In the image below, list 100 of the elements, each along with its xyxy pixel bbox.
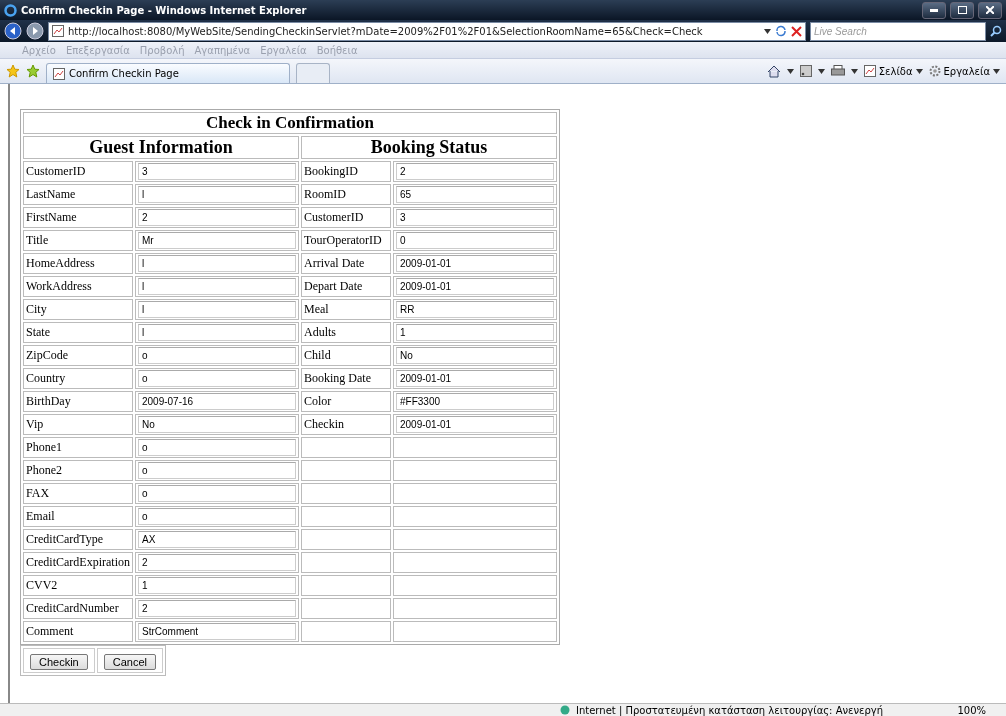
input-field[interactable]: 1	[396, 324, 554, 341]
field-label: BookingID	[301, 161, 391, 182]
input-field[interactable]: o	[138, 485, 296, 502]
input-field[interactable]: 2009-01-01	[396, 278, 554, 295]
input-field[interactable]: RR	[396, 301, 554, 318]
address-field[interactable]: http://localhost:8080/MyWebSite/SendingCheckinServlet?mDate=2009%2F01%2F01&SelectionRoomName=65&Check=Check	[48, 21, 806, 41]
field-label: Email	[23, 506, 133, 527]
field-label: Color	[301, 391, 391, 412]
input-field[interactable]: o	[138, 462, 296, 479]
field-label: LastName	[23, 184, 133, 205]
home-icon[interactable]	[766, 64, 781, 78]
input-field[interactable]: AX	[138, 531, 296, 548]
page-menu-button[interactable]: Σελίδα	[863, 65, 923, 77]
field-label: Depart Date	[301, 276, 391, 297]
page-icon	[53, 67, 65, 80]
refresh-icon[interactable]	[775, 25, 787, 37]
tools-menu-button[interactable]: Εργαλεία	[928, 65, 1000, 77]
back-icon[interactable]	[4, 22, 22, 40]
minimize-button[interactable]	[922, 1, 946, 19]
field-label: ZipCode	[23, 345, 133, 366]
caret-icon[interactable]	[786, 68, 794, 74]
field-label: Phone2	[23, 460, 133, 481]
field-label: FAX	[23, 483, 133, 504]
input-field[interactable]: Mr	[138, 232, 296, 249]
search-field[interactable]: Live Search	[810, 21, 986, 41]
input-field[interactable]: o	[138, 370, 296, 387]
field-label: CreditCardExpiration	[23, 552, 133, 573]
browser-logo-icon	[4, 3, 17, 17]
field-label: CustomerID	[301, 207, 391, 228]
forward-icon[interactable]	[26, 22, 44, 40]
input-field[interactable]: 3	[138, 163, 296, 180]
field-label: City	[23, 299, 133, 320]
input-field[interactable]: No	[396, 347, 554, 364]
input-field[interactable]: 2009-01-01	[396, 370, 554, 387]
field-label: Phone1	[23, 437, 133, 458]
input-field[interactable]: 2009-01-01	[396, 416, 554, 433]
field-label: Booking Date	[301, 368, 391, 389]
page-icon	[52, 25, 64, 37]
input-field[interactable]: 2009-07-16	[138, 393, 296, 410]
input-field[interactable]: 1	[138, 577, 296, 594]
input-field[interactable]: o	[138, 439, 296, 456]
caret-icon[interactable]	[764, 28, 771, 34]
field-label: CustomerID	[23, 161, 133, 182]
input-field[interactable]: l	[138, 324, 296, 341]
input-field[interactable]: l	[138, 278, 296, 295]
field-label: TourOperatorID	[301, 230, 391, 251]
section-heading: Booking Status	[301, 136, 557, 159]
field-label: Comment	[23, 621, 133, 642]
field-label: Country	[23, 368, 133, 389]
gear-icon	[928, 65, 941, 77]
field-label: Arrival Date	[301, 253, 391, 274]
field-label: FirstName	[23, 207, 133, 228]
form-title: Check in Confirmation	[23, 112, 557, 134]
input-field[interactable]: 65	[396, 186, 554, 203]
input-field[interactable]: l	[138, 186, 296, 203]
search-icon[interactable]	[990, 25, 1002, 37]
field-label: Title	[23, 230, 133, 251]
stop-icon[interactable]	[791, 25, 802, 37]
input-field[interactable]: 2	[396, 163, 554, 180]
field-label: CVV2	[23, 575, 133, 596]
input-field[interactable]: l	[138, 255, 296, 272]
window-title: Confirm Checkin Page - Windows Internet Explorer	[21, 4, 308, 16]
field-label: CreditCardNumber	[23, 598, 133, 619]
field-label: Checkin	[301, 414, 391, 435]
input-field[interactable]: l	[138, 301, 296, 318]
field-label: Meal	[301, 299, 391, 320]
favorites-star-icon[interactable]	[6, 64, 20, 78]
maximize-icon	[957, 6, 967, 14]
input-field[interactable]: 2009-01-01	[396, 255, 554, 272]
input-field[interactable]: #FF3300	[396, 393, 554, 410]
input-field[interactable]: No	[138, 416, 296, 433]
field-label: CreditCardType	[23, 529, 133, 550]
field-label: State	[23, 322, 133, 343]
input-field[interactable]: o	[138, 508, 296, 525]
input-field[interactable]: 2	[138, 554, 296, 571]
browser-tab[interactable]: Confirm Checkin Page	[46, 63, 290, 83]
zoom-level[interactable]: 100%	[957, 704, 986, 716]
add-favorite-icon[interactable]	[26, 64, 40, 78]
cancel-button[interactable]: Cancel	[103, 654, 156, 670]
input-field[interactable]: 0	[396, 232, 554, 249]
checkin-button[interactable]: Checkin	[30, 654, 88, 670]
security-zone-text: Internet | Προστατευμένη κατάσταση λειτουργίας: Ανενεργή	[576, 704, 885, 716]
caret-icon[interactable]	[915, 68, 923, 74]
caret-icon[interactable]	[817, 68, 825, 74]
input-field[interactable]: 2	[138, 600, 296, 617]
minimize-icon	[930, 8, 938, 12]
maximize-button[interactable]	[950, 1, 974, 19]
caret-icon[interactable]	[850, 68, 858, 74]
caret-icon[interactable]	[993, 68, 1000, 74]
field-label: RoomID	[301, 184, 391, 205]
input-field[interactable]: StrComment	[138, 623, 296, 640]
input-field[interactable]: 3	[396, 209, 554, 226]
input-field[interactable]: o	[138, 347, 296, 364]
input-field[interactable]: 2	[138, 209, 296, 226]
close-icon	[986, 6, 994, 14]
field-label: HomeAddress	[23, 253, 133, 274]
close-button[interactable]	[978, 1, 1002, 19]
field-label: Child	[301, 345, 391, 366]
field-label: Adults	[301, 322, 391, 343]
print-icon[interactable]	[830, 65, 845, 77]
